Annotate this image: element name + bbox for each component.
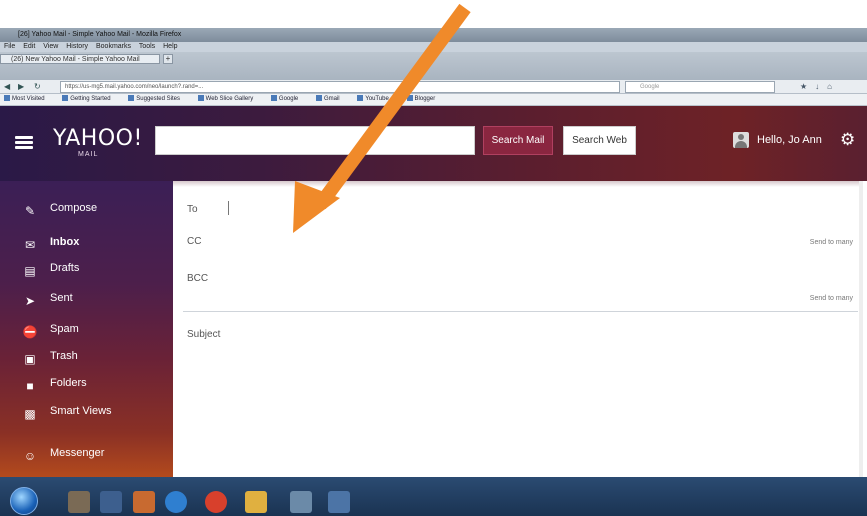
divider: [183, 311, 858, 312]
cc-label: CC: [187, 236, 202, 247]
windows-taskbar: [0, 477, 867, 516]
menu-icon[interactable]: [15, 136, 33, 150]
vertical-scrollbar[interactable]: [859, 181, 863, 477]
menu-file[interactable]: File: [4, 43, 15, 50]
browser-search-box[interactable]: Google: [625, 81, 775, 93]
to-field-cursor[interactable]: [228, 201, 229, 215]
menu-history[interactable]: History: [66, 43, 88, 50]
messenger-icon: ☺: [23, 449, 37, 463]
sidebar-item-smart-views[interactable]: ▩ Smart Views: [0, 400, 173, 422]
folder-icon: ■: [26, 379, 34, 393]
media-icon[interactable]: [68, 491, 90, 513]
bookmark-icon: [270, 95, 277, 101]
compose-panel: To CC Send to many BCC Send to many Subj…: [173, 181, 863, 477]
gear-icon[interactable]: ⚙: [840, 131, 855, 149]
menu-edit[interactable]: Edit: [23, 43, 35, 50]
browser-menu-bar: File Edit View History Bookmarks Tools H…: [0, 42, 867, 52]
bookmark-icon: [406, 95, 413, 101]
mail-search-input[interactable]: [155, 126, 475, 155]
subject-label: Subject: [187, 329, 221, 340]
bookmarks-bar: Most Visited Getting Started Suggested S…: [0, 94, 867, 106]
sidebar-item-trash[interactable]: ▣ Trash: [0, 345, 173, 367]
bookmark-icon: [62, 95, 69, 101]
bookmark-icon: [128, 95, 135, 101]
browser-tab-bar: (26) New Yahoo Mail - Simple Yahoo Mail …: [0, 52, 867, 80]
sidebar-item-folders[interactable]: ■ Folders: [0, 372, 173, 394]
menu-bookmarks[interactable]: Bookmarks: [96, 43, 131, 50]
header-shadow: [173, 181, 863, 187]
search-mail-button[interactable]: Search Mail: [483, 126, 553, 155]
bookmark-item[interactable]: Most Visited: [4, 95, 53, 102]
app-icon[interactable]: [290, 491, 312, 513]
browser-nav-bar: ◀ ▶ ↻ https://us-mg5.mail.yahoo.com/neo/…: [0, 80, 867, 94]
firefox-icon[interactable]: [205, 491, 227, 513]
bookmark-item[interactable]: Blogger: [406, 95, 444, 102]
trash-icon: ▣: [24, 352, 36, 366]
browser-title-bar: [26] Yahoo Mail - Simple Yahoo Mail - Mo…: [0, 28, 867, 42]
explorer-icon[interactable]: [100, 491, 122, 513]
bookmark-item[interactable]: Suggested Sites: [128, 95, 188, 102]
yahoo-logo-sub: MAIL: [78, 151, 99, 158]
menu-tools[interactable]: Tools: [139, 43, 155, 50]
smart-views-icon: ▩: [24, 407, 36, 421]
address-bar[interactable]: https://us-mg5.mail.yahoo.com/neo/launch…: [60, 81, 620, 93]
sidebar-item-inbox[interactable]: ✉ Inbox: [0, 231, 173, 253]
app-icon[interactable]: [133, 491, 155, 513]
reload-icon[interactable]: ↻: [34, 81, 41, 92]
internet-explorer-icon[interactable]: [165, 491, 187, 513]
spam-icon: ⛔: [22, 325, 38, 339]
sidebar-item-sent[interactable]: ➤ Sent: [0, 287, 173, 309]
bookmark-item[interactable]: YouTube: [357, 95, 397, 102]
bcc-label: BCC: [187, 273, 209, 284]
menu-help[interactable]: Help: [163, 43, 177, 50]
user-menu[interactable]: Hello, Jo Ann: [733, 130, 822, 150]
compose-icon: ✎: [24, 204, 36, 218]
sent-icon: ➤: [24, 294, 36, 308]
start-button[interactable]: [10, 487, 38, 515]
yahoo-logo[interactable]: YAHOO!: [53, 126, 143, 151]
bookmark-icon: [197, 95, 204, 101]
cc-send-to-many-link[interactable]: Send to many: [810, 239, 853, 246]
browser-tab[interactable]: (26) New Yahoo Mail - Simple Yahoo Mail: [0, 54, 160, 64]
inbox-icon: ✉: [24, 238, 36, 252]
sidebar-item-spam[interactable]: ⛔ Spam: [0, 318, 173, 340]
bookmark-item[interactable]: Google: [270, 95, 306, 102]
avatar: [733, 132, 749, 149]
back-icon[interactable]: ◀: [4, 81, 10, 92]
bcc-send-to-many-link[interactable]: Send to many: [810, 295, 853, 302]
toolbar-icons[interactable]: ★↓⌂: [800, 81, 840, 92]
bookmark-item[interactable]: Web Slice Gallery: [197, 95, 262, 102]
sidebar-item-compose[interactable]: ✎ Compose: [0, 197, 173, 219]
sidebar: ✎ Compose ✉ Inbox ▤ Drafts ➤ Sent ⛔ Spam…: [0, 181, 173, 477]
mail-header: YAHOO! MAIL Search Mail Search Web Hello…: [0, 106, 867, 181]
bookmark-item[interactable]: Getting Started: [62, 95, 118, 102]
bookmark-item[interactable]: Gmail: [315, 95, 348, 102]
bookmark-icon: [315, 95, 322, 101]
to-label: To: [187, 204, 198, 215]
bookmark-icon: [4, 95, 10, 101]
sidebar-item-messenger[interactable]: ☺ Messenger: [0, 442, 173, 464]
new-tab-button[interactable]: +: [163, 54, 173, 64]
app-icon[interactable]: [328, 491, 350, 513]
folder-icon[interactable]: [245, 491, 267, 513]
sidebar-item-drafts[interactable]: ▤ Drafts: [0, 257, 173, 279]
user-name: Hello, Jo Ann: [757, 134, 822, 146]
bookmark-icon: [357, 95, 364, 101]
window-title: [26] Yahoo Mail - Simple Yahoo Mail - Mo…: [18, 31, 182, 38]
menu-view[interactable]: View: [43, 43, 58, 50]
forward-icon[interactable]: ▶: [18, 81, 24, 92]
drafts-icon: ▤: [24, 264, 36, 278]
search-web-button[interactable]: Search Web: [563, 126, 636, 155]
